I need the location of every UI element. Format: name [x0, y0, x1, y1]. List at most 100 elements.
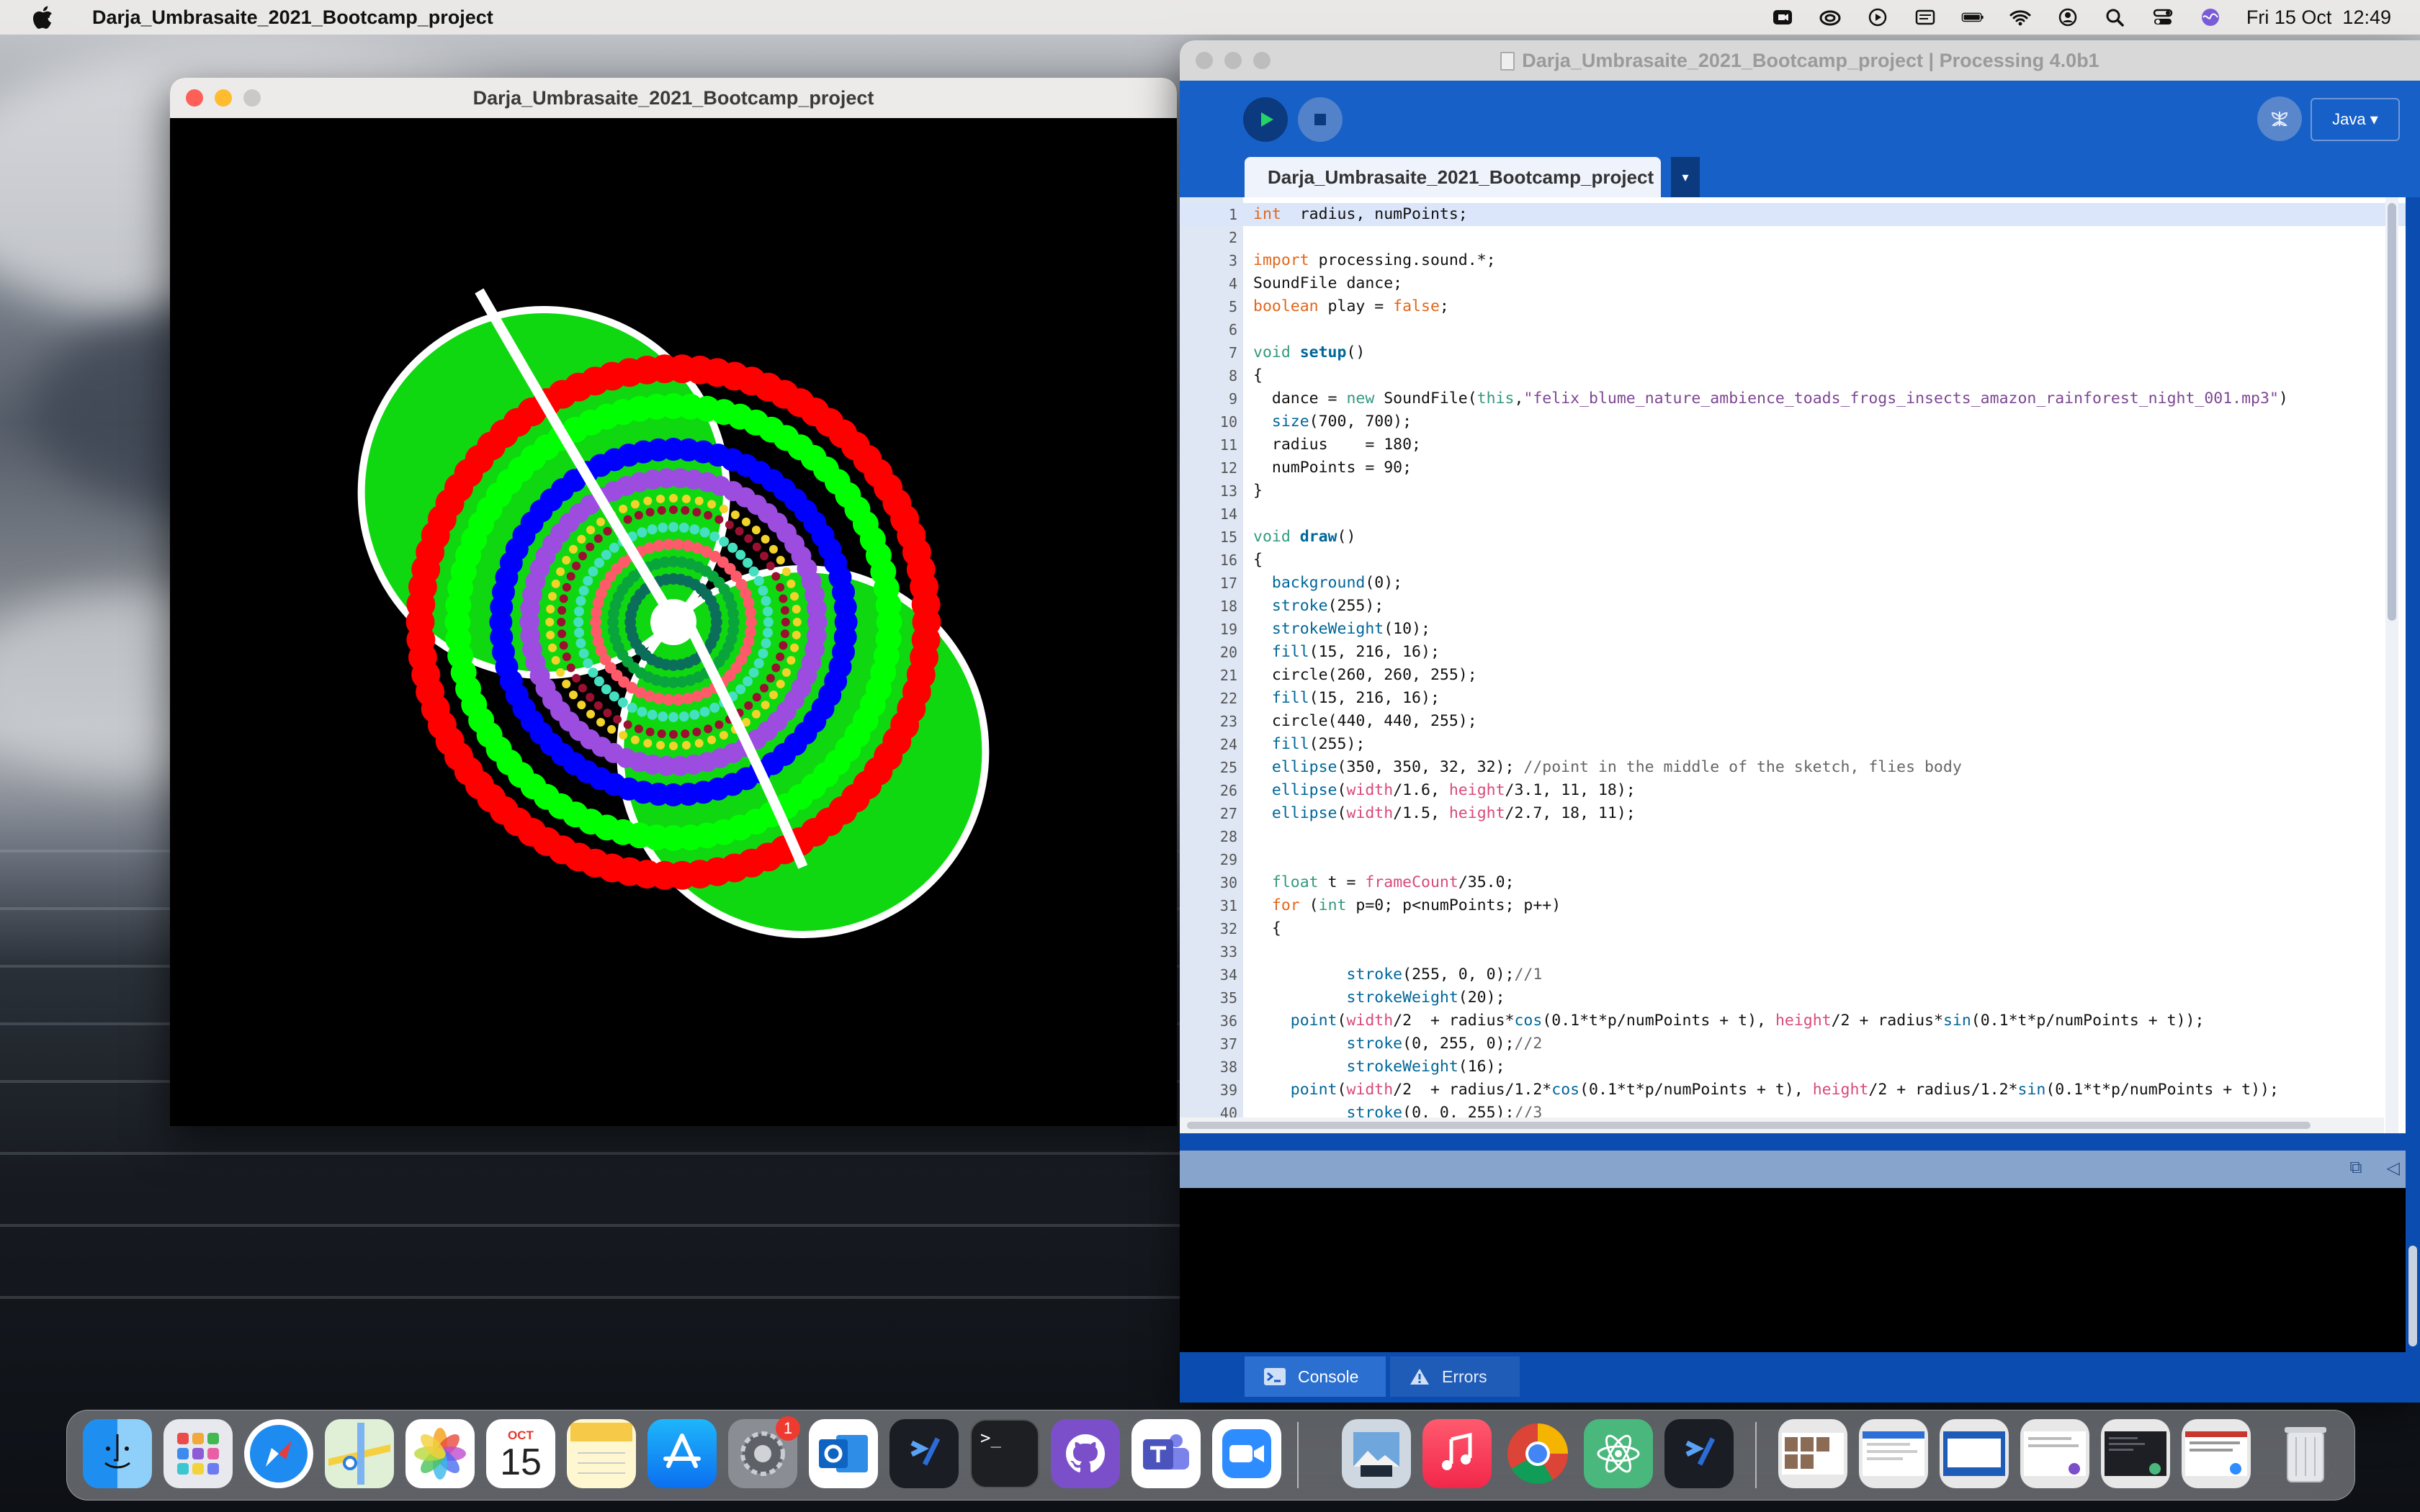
ide-title-bar[interactable]: Darja_Umbrasaite_2021_Bootcamp_project |… — [1180, 40, 2420, 81]
zoom-window-button[interactable] — [243, 89, 261, 107]
terminal-icon[interactable]: >_ — [970, 1419, 1039, 1488]
window-thumb-2[interactable] — [1859, 1419, 1928, 1488]
editor-vertical-scrollbar[interactable] — [2385, 197, 2398, 1133]
siri-icon[interactable] — [2199, 7, 2222, 27]
scroll-thumb[interactable] — [2408, 1246, 2417, 1346]
window-thumb-6[interactable] — [2182, 1419, 2251, 1488]
window-thumb-3[interactable] — [1940, 1419, 2009, 1488]
battery-icon[interactable] — [1961, 7, 1984, 27]
code-line[interactable]: 12 numPoints = 90; — [1180, 456, 2406, 480]
system-preferences-icon[interactable]: 1 — [728, 1416, 800, 1488]
code-line[interactable]: 6 — [1180, 318, 2406, 341]
tab-console[interactable]: Console — [1245, 1356, 1386, 1397]
spotlight-search-icon[interactable] — [2104, 7, 2127, 27]
code-line[interactable]: 36 point(width/2 + radius*cos(0.1*t*p/nu… — [1180, 1009, 2406, 1032]
code-line[interactable]: 29 — [1180, 848, 2406, 871]
collapse-icon[interactable]: ◁ — [2387, 1158, 2400, 1179]
photos-icon[interactable] — [405, 1419, 475, 1488]
stop-button[interactable] — [1298, 97, 1343, 142]
code-line[interactable]: 24 fill(255); — [1180, 733, 2406, 756]
code-line[interactable]: 39 point(width/2 + radius/1.2*cos(0.1*t*… — [1180, 1079, 2406, 1102]
code-line[interactable]: 10 size(700, 700); — [1180, 410, 2406, 433]
console-divider[interactable]: ⧉ ◁ — [1180, 1151, 2406, 1188]
github-desktop-icon[interactable] — [1051, 1419, 1120, 1488]
code-line[interactable]: 23 circle(440, 440, 255); — [1180, 710, 2406, 733]
sketch-title-bar[interactable]: Darja_Umbrasaite_2021_Bootcamp_project — [170, 78, 1177, 119]
processing-icon[interactable] — [889, 1419, 959, 1488]
editor-horizontal-scrollbar[interactable] — [1180, 1117, 2384, 1133]
menubar-clock[interactable]: Fri 15 Oct 12:49 — [2246, 6, 2391, 29]
music-icon[interactable] — [1422, 1419, 1492, 1488]
trash-icon[interactable] — [2271, 1419, 2340, 1488]
preview-icon[interactable] — [1342, 1419, 1411, 1488]
wifi-icon[interactable] — [2009, 7, 2032, 27]
code-line[interactable]: 28 — [1180, 825, 2406, 848]
tab-sketch-file[interactable]: Darja_Umbrasaite_2021_Bootcamp_project — [1245, 157, 1661, 197]
run-button[interactable] — [1243, 97, 1288, 142]
window-thumb-5[interactable] — [2101, 1419, 2170, 1488]
notes-icon[interactable] — [567, 1419, 636, 1488]
finder-icon[interactable] — [83, 1419, 152, 1488]
app-store-icon[interactable] — [647, 1419, 717, 1488]
code-line[interactable]: 34 stroke(255, 0, 0);//1 — [1180, 963, 2406, 986]
console-scrollbar[interactable] — [2406, 1188, 2420, 1352]
camera-icon[interactable] — [1771, 7, 1794, 27]
code-line[interactable]: 37 stroke(0, 255, 0);//2 — [1180, 1032, 2406, 1056]
launchpad-icon[interactable] — [163, 1419, 233, 1488]
console-output[interactable] — [1180, 1188, 2406, 1352]
safari-icon[interactable] — [244, 1419, 313, 1488]
media-play-icon[interactable] — [1866, 7, 1889, 27]
tab-menu-button[interactable]: ▾ — [1671, 157, 1700, 197]
code-line[interactable]: 38 strokeWeight(16); — [1180, 1056, 2406, 1079]
code-line[interactable]: 8{ — [1180, 364, 2406, 387]
maps-icon[interactable] — [325, 1419, 394, 1488]
creative-cloud-icon[interactable] — [1819, 7, 1842, 27]
code-line[interactable]: 1 int radius, numPoints; — [1180, 203, 2406, 226]
code-line[interactable]: 22 fill(15, 216, 16); — [1180, 687, 2406, 710]
mode-selector[interactable]: Java ▾ — [2311, 98, 2400, 141]
minimize-window-button[interactable] — [215, 89, 232, 107]
code-line[interactable]: 7 void setup() — [1180, 341, 2406, 364]
atom-icon[interactable] — [1584, 1419, 1653, 1488]
active-app-name[interactable]: Darja_Umbrasaite_2021_Bootcamp_project — [92, 6, 493, 29]
calendar-icon[interactable]: OCT 15 — [486, 1419, 555, 1488]
scroll-thumb[interactable] — [2388, 203, 2396, 621]
display-icon[interactable] — [1914, 7, 1937, 27]
copy-icon[interactable]: ⧉ — [2349, 1158, 2362, 1179]
control-center-icon[interactable] — [2151, 7, 2174, 27]
window-thumb-1[interactable] — [1778, 1419, 1847, 1488]
code-line[interactable]: 17 background(0); — [1180, 572, 2406, 595]
user-icon[interactable] — [2056, 7, 2079, 27]
sketch-canvas[interactable] — [170, 118, 1177, 1126]
zoom-icon[interactable] — [1212, 1419, 1281, 1488]
code-line[interactable]: 35 strokeWeight(20); — [1180, 986, 2406, 1009]
code-line[interactable]: 25 ellipse(350, 350, 32, 32); //point in… — [1180, 756, 2406, 779]
code-line[interactable]: 30 float t = frameCount/35.0; — [1180, 871, 2406, 894]
processing-icon-2[interactable] — [1664, 1419, 1734, 1488]
code-line[interactable]: 21 circle(260, 260, 255); — [1180, 664, 2406, 687]
apple-menu-icon[interactable] — [32, 5, 53, 30]
code-editor[interactable]: 1 int radius, numPoints; 2 3 import processi… — [1180, 197, 2406, 1133]
code-line[interactable]: 4 SoundFile dance; — [1180, 272, 2406, 295]
code-line[interactable]: 13} — [1180, 480, 2406, 503]
code-line[interactable]: 5 boolean play = false; — [1180, 295, 2406, 318]
code-line[interactable]: 2 — [1180, 226, 2406, 249]
teams-icon[interactable] — [1131, 1419, 1201, 1488]
code-line[interactable]: 26 ellipse(width/1.6, height/3.1, 11, 18… — [1180, 779, 2406, 802]
chrome-icon[interactable] — [1503, 1419, 1572, 1488]
code-line[interactable]: 3 import processing.sound.*; — [1180, 249, 2406, 272]
tab-errors[interactable]: Errors — [1390, 1356, 1520, 1397]
code-line[interactable]: 32 { — [1180, 917, 2406, 940]
window-thumb-4[interactable] — [2020, 1419, 2089, 1488]
code-line[interactable]: 15 void draw() — [1180, 526, 2406, 549]
code-line[interactable]: 9 dance = new SoundFile(this,"felix_blum… — [1180, 387, 2406, 410]
code-line[interactable]: 19 strokeWeight(10); — [1180, 618, 2406, 641]
code-line[interactable]: 16 { — [1180, 549, 2406, 572]
code-line[interactable]: 18 stroke(255); — [1180, 595, 2406, 618]
code-line[interactable]: 33 — [1180, 940, 2406, 963]
debug-button[interactable] — [2257, 96, 2302, 141]
outlook-icon[interactable] — [809, 1419, 878, 1488]
code-line[interactable]: 11 radius = 180; — [1180, 433, 2406, 456]
scroll-thumb[interactable] — [1187, 1122, 2311, 1129]
code-line[interactable]: 31 for (int p=0; p<numPoints; p++) — [1180, 894, 2406, 917]
